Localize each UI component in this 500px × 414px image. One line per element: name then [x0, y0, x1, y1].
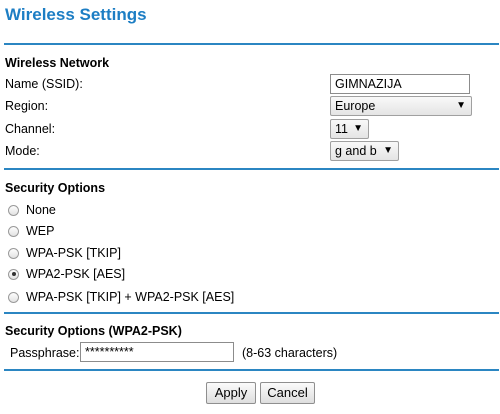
radio-button[interactable]: [8, 204, 19, 216]
radio-label: WPA-PSK [TKIP]: [26, 246, 121, 260]
cancel-button[interactable]: Cancel: [260, 382, 315, 404]
mode-label: Mode:: [5, 144, 40, 158]
apply-button[interactable]: Apply: [206, 382, 256, 404]
region-select-value: Europe: [335, 99, 376, 113]
radio-button[interactable]: [8, 247, 19, 259]
wpa2-heading: Security Options (WPA2-PSK): [5, 324, 182, 338]
radio-option-none[interactable]: None: [8, 203, 56, 217]
ssid-input[interactable]: [330, 74, 470, 94]
passphrase-input[interactable]: [80, 342, 234, 362]
passphrase-hint: (8-63 characters): [242, 346, 338, 360]
wireless-network-heading: Wireless Network: [5, 56, 110, 70]
mode-select[interactable]: g and b ▼: [330, 141, 399, 161]
security-options-heading: Security Options: [5, 181, 106, 195]
ssid-label: Name (SSID):: [5, 77, 83, 91]
chevron-down-icon: ▼: [353, 123, 363, 134]
radio-option-wpa-psk-tkip[interactable]: WPA-PSK [TKIP]: [8, 246, 121, 260]
radio-button-selected[interactable]: [8, 268, 19, 280]
region-label: Region:: [5, 99, 49, 113]
radio-label: WPA2-PSK [AES]: [26, 267, 126, 281]
divider: [4, 369, 499, 371]
channel-select-value: 11: [335, 122, 348, 136]
channel-label: Channel:: [5, 122, 56, 136]
page-title: Wireless Settings: [5, 5, 147, 24]
chevron-down-icon: ▼: [383, 145, 393, 156]
radio-label: None: [26, 203, 56, 217]
radio-button[interactable]: [8, 291, 19, 303]
divider: [4, 168, 499, 170]
divider: [4, 312, 499, 314]
mode-select-value: g and b: [335, 144, 377, 158]
passphrase-label: Passphrase:: [10, 346, 80, 360]
radio-label: WPA-PSK [TKIP] + WPA2-PSK [AES]: [26, 290, 235, 304]
radio-button[interactable]: [8, 225, 19, 237]
radio-option-wep[interactable]: WEP: [8, 224, 54, 238]
radio-label: WEP: [26, 224, 55, 238]
chevron-down-icon: ▼: [456, 100, 466, 111]
radio-option-wpa2-psk-aes[interactable]: WPA2-PSK [AES]: [8, 267, 125, 281]
radio-option-wpa-wpa2-mixed[interactable]: WPA-PSK [TKIP] + WPA2-PSK [AES]: [8, 290, 234, 304]
channel-select[interactable]: 11 ▼: [330, 119, 369, 139]
divider: [4, 43, 499, 45]
region-select[interactable]: Europe ▼: [330, 96, 472, 116]
